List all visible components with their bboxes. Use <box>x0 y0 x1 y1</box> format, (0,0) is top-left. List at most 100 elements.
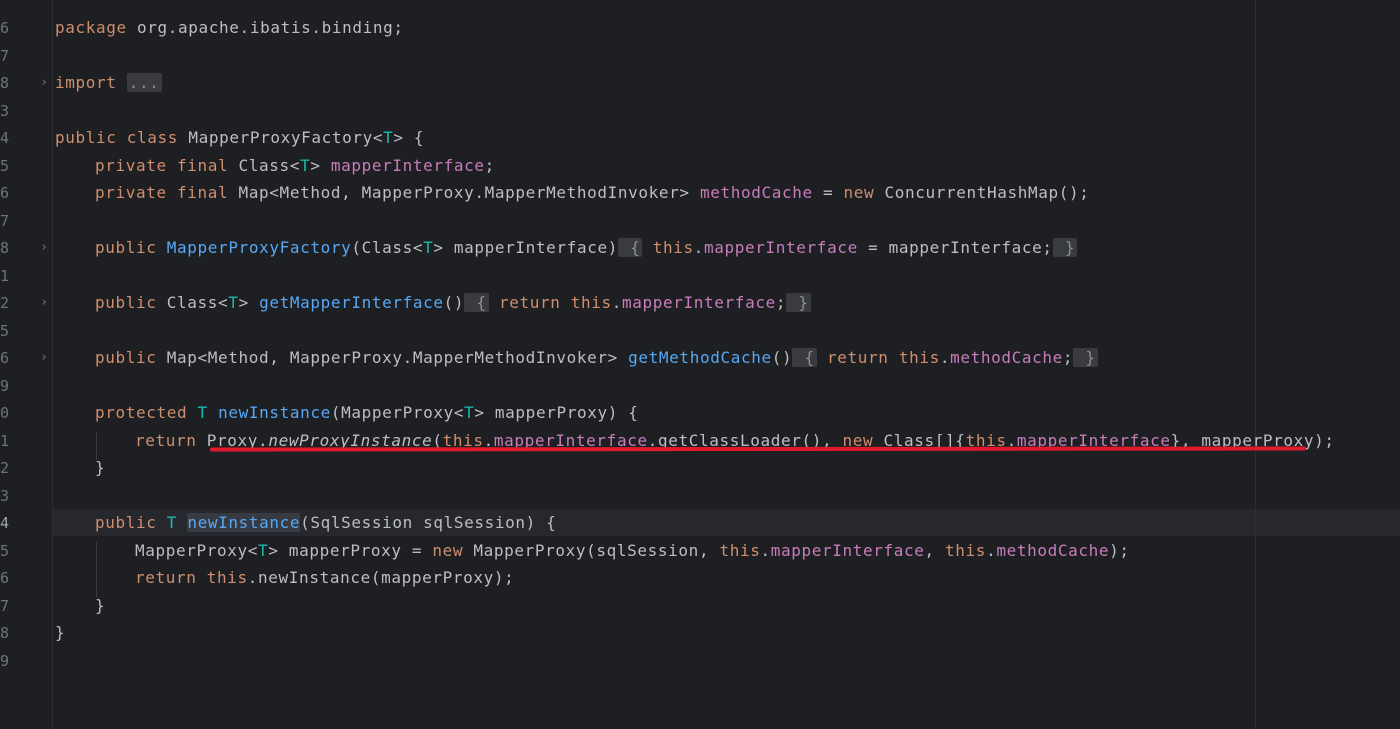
line-number: 6 <box>0 569 10 587</box>
line-number: 5 <box>0 157 10 175</box>
code-text: } <box>95 458 106 477</box>
line-number: 6 <box>0 184 10 202</box>
code-line[interactable]: package org.apache.ibatis.binding; <box>55 17 404 39</box>
code-text: org.apache.ibatis.binding; <box>126 18 404 37</box>
keyword: class <box>126 128 179 147</box>
code-text: = <box>812 183 844 202</box>
type-param: T <box>423 238 434 257</box>
code-text: ; <box>484 156 495 175</box>
type-param: T <box>228 293 239 312</box>
indent-guide <box>96 542 97 597</box>
type-param: T <box>258 541 269 560</box>
keyword: new <box>843 183 875 202</box>
code-text: > mapperProxy) { <box>474 403 639 422</box>
code-line[interactable]: public Class<T> getMapperInterface() { r… <box>95 292 811 314</box>
line-number-gutter[interactable]: 6 7 8 › 3 4 5 6 7 8 › 1 2 › 5 6 › 9 0 1 … <box>0 0 53 729</box>
code-line[interactable]: public class MapperProxyFactory<T> { <box>55 127 424 149</box>
code-text: (MapperProxy< <box>330 403 465 422</box>
keyword: private final <box>95 156 229 175</box>
code-line[interactable]: private final Class<T> mapperInterface; <box>95 155 495 177</box>
method-name: getMethodCache <box>628 348 772 367</box>
fold-expand-icon[interactable]: › <box>38 293 50 313</box>
keyword: public <box>95 348 157 367</box>
line-number: 0 <box>0 404 10 422</box>
code-text: ConcurrentHashMap(); <box>874 183 1090 202</box>
field-name: methodCache <box>950 348 1063 367</box>
code-line[interactable]: return this.newInstance(mapperProxy); <box>135 567 514 589</box>
keyword: return <box>135 431 197 450</box>
code-text: Class< <box>228 156 301 175</box>
code-text: . <box>986 541 997 560</box>
code-text: MapperProxy(sqlSession, <box>463 541 720 560</box>
line-number: 8 <box>0 624 10 642</box>
code-text: , <box>924 541 946 560</box>
current-line-number: 4 <box>0 514 10 532</box>
keyword: this <box>898 348 940 367</box>
line-number: 6 <box>0 19 10 37</box>
fold-expand-icon[interactable]: › <box>38 348 50 368</box>
class-name: MapperProxyFactory< <box>178 128 384 147</box>
code-text: . <box>611 293 623 312</box>
keyword: this <box>196 568 248 587</box>
keyword: public <box>95 293 157 312</box>
field-name: mapperInterface <box>622 293 776 312</box>
method-name: getMapperInterface <box>259 293 444 312</box>
type-param: T <box>464 403 475 422</box>
folded-brace-open[interactable]: { <box>464 293 489 312</box>
code-text: > <box>238 293 260 312</box>
code-line[interactable]: public Map<Method, MapperProxy.MapperMet… <box>95 347 1098 369</box>
keyword: package <box>55 18 127 37</box>
code-line[interactable]: protected T newInstance(MapperProxy<T> m… <box>95 402 638 424</box>
code-text: > <box>310 156 331 175</box>
code-line[interactable]: import ... <box>55 72 162 94</box>
code-line[interactable]: } <box>95 595 105 617</box>
right-margin-guide <box>1255 0 1256 729</box>
folded-brace-open[interactable]: { <box>792 348 817 367</box>
code-text: MapperProxy< <box>135 541 259 560</box>
folded-imports[interactable]: ... <box>126 73 162 92</box>
code-text: . <box>760 541 771 560</box>
code-text: () <box>443 293 465 312</box>
folded-brace-close[interactable]: } <box>1073 348 1098 367</box>
line-number: 8 <box>0 239 10 257</box>
code-text: > { <box>393 128 425 147</box>
code-text: . <box>693 238 705 257</box>
code-line[interactable]: public MapperProxyFactory(Class<T> mappe… <box>95 237 1078 259</box>
code-text: } <box>55 623 66 642</box>
line-number: 3 <box>0 102 10 120</box>
line-number: 9 <box>0 652 10 670</box>
keyword: protected <box>95 403 188 422</box>
code-text: Map<Method, MapperProxy.MapperMethodInvo… <box>228 183 700 202</box>
code-text: Map<Method, MapperProxy.MapperMethodInvo… <box>156 348 629 367</box>
field-name: mapperInterface <box>330 156 485 175</box>
folded-brace-open[interactable]: { <box>617 238 643 257</box>
line-number: 2 <box>0 459 10 477</box>
line-number: 9 <box>0 377 10 395</box>
line-number: 4 <box>0 129 10 147</box>
line-number: 3 <box>0 487 10 505</box>
field-name: mapperInterface <box>704 238 858 257</box>
line-number: 7 <box>0 597 10 615</box>
code-editor[interactable]: 6 7 8 › 3 4 5 6 7 8 › 1 2 › 5 6 › 9 0 1 … <box>0 0 1400 729</box>
line-number: 8 <box>0 74 10 92</box>
code-text: > mapperProxy = <box>268 541 433 560</box>
type-param: T <box>383 128 394 147</box>
keyword: public <box>95 238 157 257</box>
code-line[interactable]: } <box>95 457 105 479</box>
folded-brace-close[interactable]: } <box>1052 238 1078 257</box>
fold-expand-icon[interactable]: › <box>38 73 50 93</box>
code-line[interactable]: } <box>55 622 65 644</box>
code-line[interactable]: private final Map<Method, MapperProxy.Ma… <box>95 182 1090 204</box>
line-number: 5 <box>0 542 10 560</box>
keyword: new <box>432 541 464 560</box>
fold-expand-icon[interactable]: › <box>38 238 50 258</box>
folded-brace-close[interactable]: } <box>786 293 811 312</box>
code-line[interactable]: MapperProxy<T> mapperProxy = new MapperP… <box>135 540 1130 562</box>
line-number: 7 <box>0 47 10 65</box>
keyword: private final <box>95 183 229 202</box>
keyword: public <box>55 128 117 147</box>
code-text: .newInstance(mapperProxy); <box>247 568 515 587</box>
keyword: return <box>135 568 197 587</box>
code-line[interactable]: public T newInstance(SqlSession sqlSessi… <box>95 512 556 534</box>
indent-guide <box>96 432 97 460</box>
